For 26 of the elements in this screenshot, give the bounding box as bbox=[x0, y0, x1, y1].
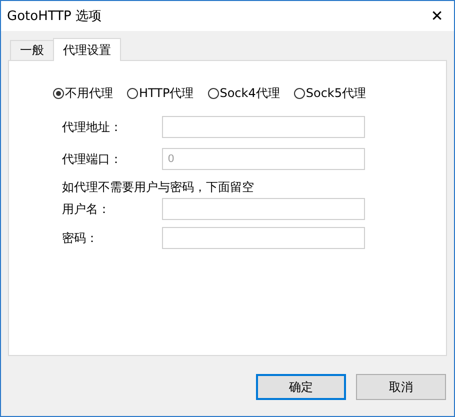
radio-button[interactable] bbox=[294, 88, 305, 99]
radio-option[interactable]: Sock4代理 bbox=[208, 85, 280, 102]
hint-text: 如代理不需要用户与密码，下面留空 bbox=[61, 179, 255, 195]
radio-label: Sock4代理 bbox=[220, 85, 280, 102]
radio-option[interactable]: HTTP代理 bbox=[127, 85, 194, 102]
window-title: GotoHTTP 选项 bbox=[7, 8, 102, 25]
radio-button[interactable] bbox=[208, 88, 219, 99]
field-label: 用户名： bbox=[62, 200, 111, 218]
input-field[interactable] bbox=[162, 116, 365, 138]
cancel-button[interactable]: 取消 bbox=[356, 374, 446, 400]
ok-button[interactable]: 确定 bbox=[256, 374, 346, 400]
radio-label: HTTP代理 bbox=[139, 85, 194, 102]
field-label: 密码： bbox=[62, 230, 99, 246]
radio-label: Sock5代理 bbox=[306, 85, 366, 102]
radio-label: 不用代理 bbox=[65, 85, 113, 102]
field-label: 代理地址： bbox=[62, 118, 123, 136]
radio-button[interactable] bbox=[53, 88, 64, 99]
radio-option[interactable]: Sock5代理 bbox=[294, 85, 366, 102]
tab[interactable]: 代理设置 bbox=[53, 38, 121, 61]
input-field[interactable] bbox=[162, 198, 365, 220]
radio-button[interactable] bbox=[127, 88, 138, 99]
tab[interactable]: 一般 bbox=[10, 40, 54, 60]
radio-option[interactable]: 不用代理 bbox=[53, 85, 113, 102]
input-field[interactable]: 0 bbox=[162, 148, 365, 170]
field-label: 代理端口： bbox=[62, 150, 123, 168]
input-field[interactable] bbox=[162, 227, 365, 249]
